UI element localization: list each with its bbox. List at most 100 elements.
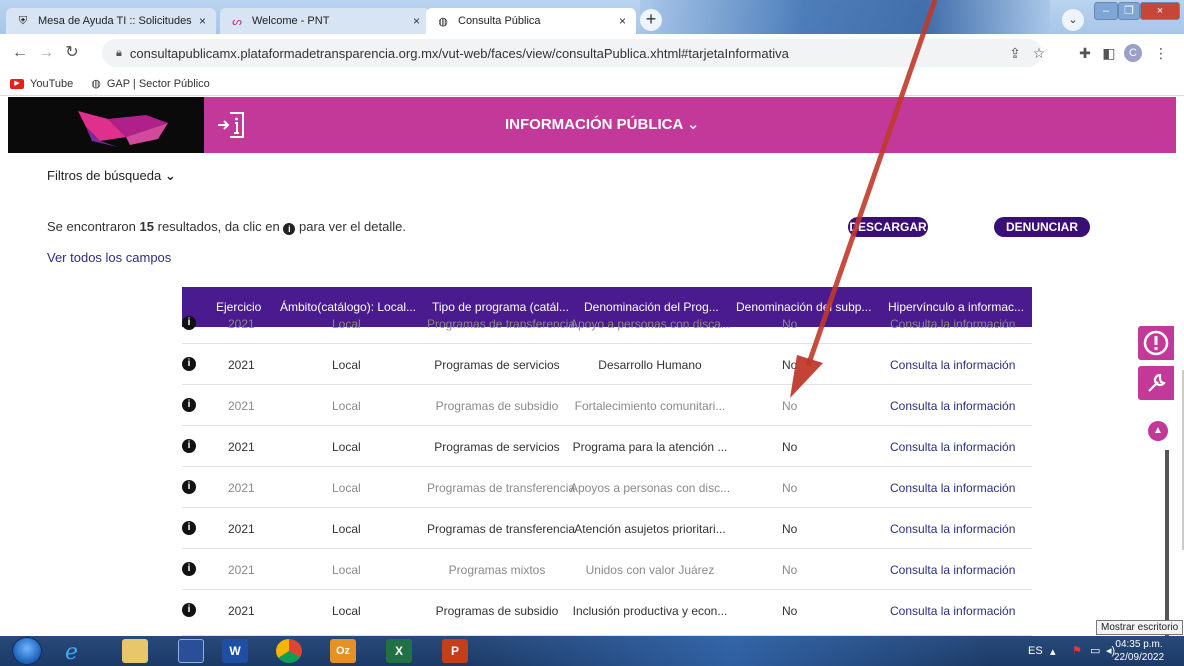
cell-ambito: Local (332, 399, 361, 413)
table-row: i 2021 Local Programas de transferencia … (182, 308, 1032, 344)
powerpoint-icon[interactable]: P (442, 639, 468, 663)
url-field[interactable]: 🔒︎ consultapublicamx.plataformadetranspa… (102, 39, 1042, 67)
maximize-button[interactable]: ❐ (1118, 2, 1140, 20)
cell-tipo: Programas de servicios (434, 358, 560, 372)
table-row: i 2021 Local Programas de servicios Prog… (182, 426, 1032, 467)
menu-kebab-icon[interactable]: ⋮ (1152, 44, 1170, 62)
cell-hipervinculo-link[interactable]: Consulta la información (890, 440, 1015, 454)
info-icon[interactable]: i (182, 316, 196, 330)
ver-todos-link[interactable]: Ver todos los campos (47, 250, 171, 265)
taskbar-glow (470, 636, 990, 666)
windows-taskbar: e W Oz X P ES ▴ ⚑ ▭ ◂) 04:35 p.m. 22/09/… (0, 636, 1184, 666)
forward-arrow-icon[interactable]: → (36, 43, 56, 63)
action-center-icon[interactable]: ⚑ (1072, 644, 1082, 657)
tab-consulta-publica[interactable]: ◍ Consulta Pública × (426, 8, 636, 34)
cell-hipervinculo-link[interactable]: Consulta la información (890, 522, 1015, 536)
cell-ejercicio: 2021 (228, 481, 255, 495)
outlook-calendar-icon[interactable]: Oz (330, 639, 356, 663)
cell-tipo: Programas de servicios (434, 440, 560, 454)
bookmark-star-icon[interactable]: ☆ (1030, 44, 1048, 62)
word-icon[interactable]: W (222, 639, 248, 663)
tabstrip-glow (640, 0, 1050, 34)
tray-expand-icon[interactable]: ▴ (1050, 645, 1056, 658)
outlook-icon[interactable] (178, 639, 204, 663)
chrome-icon[interactable] (276, 639, 302, 663)
table-row: i 2021 Local Programas de servicios Desa… (182, 344, 1032, 385)
reload-icon[interactable]: ↻ (62, 43, 82, 63)
tab-mesa-de-ayuda[interactable]: ⛨ Mesa de Ayuda TI :: Solicitudes × (6, 8, 216, 34)
cell-subprograma: No (782, 399, 798, 413)
share-icon[interactable]: ⇪ (1006, 44, 1024, 62)
cell-subprograma: No (782, 604, 798, 618)
network-icon[interactable]: ▭ (1090, 644, 1100, 657)
cell-hipervinculo-link[interactable]: Consulta la información (890, 358, 1015, 372)
info-icon[interactable]: i (182, 439, 196, 453)
windows-start-button[interactable] (12, 637, 42, 665)
close-icon[interactable]: × (619, 14, 626, 28)
bookmark-youtube[interactable]: ▶ YouTube (10, 78, 73, 90)
globe-icon: ◍ (438, 15, 448, 28)
info-icon[interactable]: i (182, 603, 196, 617)
file-explorer-icon[interactable] (122, 639, 148, 663)
taskbar-clock[interactable]: 04:35 p.m. 22/09/2022 (1114, 638, 1164, 664)
bookmark-label: GAP | Sector Público (106, 77, 210, 90)
extensions-icon[interactable]: ✚ (1076, 44, 1094, 62)
internet-explorer-icon[interactable]: e (60, 639, 86, 665)
back-arrow-icon[interactable]: ← (10, 43, 30, 63)
cell-subprograma: No (782, 358, 798, 372)
tab-welcome-pnt[interactable]: ᔕ Welcome - PNT × (220, 8, 430, 34)
cell-hipervinculo-link[interactable]: Consulta la información (890, 604, 1015, 618)
cell-denominacion: Fortalecimiento comunitari... (574, 399, 726, 413)
cell-denominacion: Inclusión productiva y econ... (572, 604, 728, 618)
info-icon[interactable]: i (182, 357, 196, 371)
show-desktop-tooltip: Mostrar escritorio (1096, 620, 1184, 635)
cell-hipervinculo-link[interactable]: Consulta la información (890, 317, 1015, 331)
youtube-icon: ▶ (10, 78, 24, 89)
cell-ejercicio: 2021 (228, 440, 255, 454)
informacion-publica-menu[interactable]: INFORMACIÓN PÚBLICA ⌄ (505, 115, 700, 133)
language-indicator[interactable]: ES (1028, 645, 1043, 657)
info-icon[interactable]: i (182, 562, 196, 576)
close-icon[interactable]: × (199, 14, 206, 28)
scroll-top-button[interactable]: ▲ (1148, 421, 1168, 441)
cell-subprograma: No (782, 481, 798, 495)
globe-icon: ◍ (91, 78, 101, 90)
cell-subprograma: No (782, 563, 798, 577)
pnt-logo[interactable] (8, 97, 204, 153)
scroll-indicator[interactable] (1165, 450, 1169, 645)
side-panel-icon[interactable]: ◧ (1100, 44, 1118, 62)
cell-subprograma: No (782, 440, 798, 454)
close-icon[interactable]: × (413, 14, 420, 28)
table-row: i 2021 Local Programas mixtos Unidos con… (182, 549, 1032, 590)
logo-graphic (78, 111, 168, 147)
cell-denominacion: Desarrollo Humano (598, 358, 702, 372)
bookmark-gap[interactable]: ◍ GAP | Sector Público (91, 77, 210, 91)
info-panel-icon[interactable] (216, 110, 246, 140)
minimize-button[interactable]: – (1094, 2, 1118, 20)
tab-search-icon[interactable]: ⌄ (1062, 9, 1084, 31)
results-middle: resultados, da clic en (157, 219, 280, 234)
cell-ejercicio: 2021 (228, 604, 255, 618)
tab-label: Consulta Pública (458, 15, 541, 27)
url-text: consultapublicamx.plataformadetransparen… (129, 45, 789, 61)
excel-icon[interactable]: X (386, 639, 412, 663)
results-summary: Se encontraron 15 resultados, da clic en… (47, 219, 406, 235)
profile-avatar[interactable]: C (1124, 44, 1142, 62)
denunciar-button[interactable]: DENUNCIAR (994, 217, 1090, 237)
cell-tipo: Programas de transferencia (427, 481, 576, 495)
cell-denominacion: Apoyo a personas con disca... (570, 317, 731, 331)
info-icon[interactable]: i (182, 398, 196, 412)
tools-button[interactable] (1138, 366, 1174, 400)
new-tab-button[interactable]: + (640, 9, 662, 31)
cell-hipervinculo-link[interactable]: Consulta la información (890, 563, 1015, 577)
cell-denominacion: Apoyos a personas con disc... (570, 481, 731, 495)
cell-hipervinculo-link[interactable]: Consulta la información (890, 481, 1015, 495)
window-close-button[interactable]: × (1140, 2, 1180, 20)
cell-hipervinculo-link[interactable]: Consulta la información (890, 399, 1015, 413)
info-icon[interactable]: i (182, 480, 196, 494)
info-icon[interactable]: i (182, 521, 196, 535)
cell-subprograma: No (782, 522, 798, 536)
alert-button[interactable] (1138, 326, 1174, 360)
search-filters-toggle[interactable]: Filtros de búsqueda ⌄ (47, 168, 176, 184)
descargar-button[interactable]: DESCARGAR (848, 217, 928, 237)
